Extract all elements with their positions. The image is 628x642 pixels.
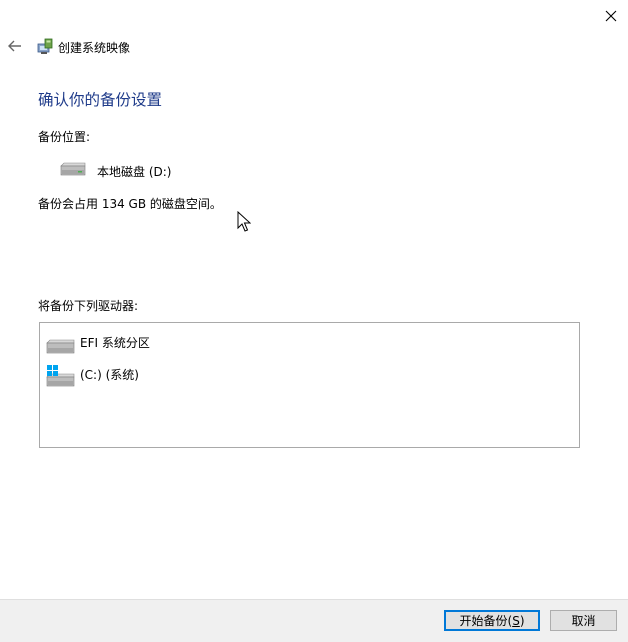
system-image-icon bbox=[36, 37, 54, 55]
close-icon bbox=[605, 10, 617, 22]
cancel-button[interactable]: 取消 bbox=[550, 610, 617, 631]
windows-drive-icon bbox=[46, 365, 76, 387]
start-backup-label-prefix: 开始备份( bbox=[459, 614, 513, 628]
window-title: 创建系统映像 bbox=[58, 41, 131, 55]
start-backup-label-suffix: ) bbox=[519, 613, 525, 628]
list-item-label: (C:) (系统) bbox=[80, 368, 139, 382]
cancel-label: 取消 bbox=[571, 614, 596, 628]
drive-icon bbox=[58, 162, 88, 178]
close-button[interactable] bbox=[596, 4, 626, 28]
back-arrow-icon bbox=[8, 40, 21, 52]
backup-location-value: 本地磁盘 (D:) bbox=[97, 165, 172, 179]
list-item: EFI 系统分区 bbox=[46, 331, 566, 355]
drive-icon bbox=[46, 333, 76, 355]
drives-list-label: 将备份下列驱动器: bbox=[38, 299, 139, 313]
page-heading: 确认你的备份设置 bbox=[38, 91, 163, 109]
footer-bar: 开始备份(S) 取消 bbox=[0, 599, 628, 642]
space-usage-text: 备份会占用 134 GB 的磁盘空间。 bbox=[38, 197, 222, 211]
drives-list[interactable]: EFI 系统分区 (C:) (系统) bbox=[39, 322, 580, 448]
list-item: (C:) (系统) bbox=[46, 363, 566, 387]
back-button[interactable] bbox=[4, 36, 26, 56]
start-backup-button[interactable]: 开始备份(S) bbox=[444, 610, 540, 631]
backup-location-label: 备份位置: bbox=[38, 130, 91, 144]
mouse-cursor-icon bbox=[237, 210, 252, 233]
list-item-label: EFI 系统分区 bbox=[80, 336, 150, 350]
start-backup-accel-key: S bbox=[512, 613, 520, 628]
